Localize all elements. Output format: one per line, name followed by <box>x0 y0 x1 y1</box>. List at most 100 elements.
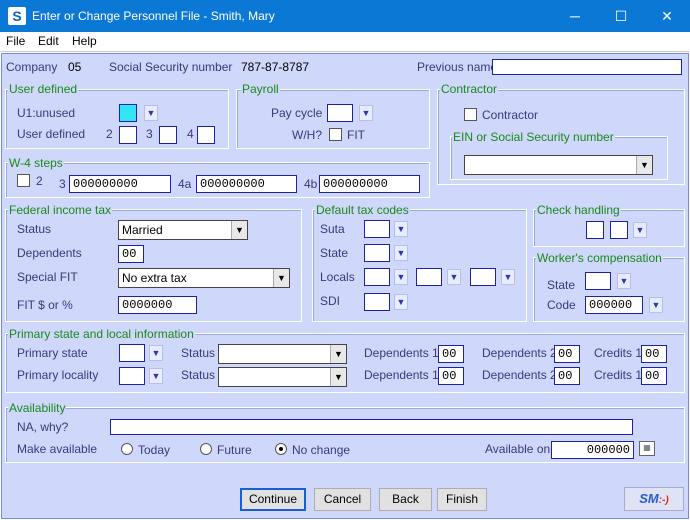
row2-dependents1-field[interactable]: 00 <box>438 367 464 385</box>
previous-name-input[interactable] <box>492 59 682 75</box>
sdi-dropdown-icon[interactable]: ▼ <box>394 294 408 310</box>
user-defined-label: User defined <box>17 127 86 141</box>
locals-3-field[interactable] <box>470 268 496 286</box>
chevron-down-icon: ▼ <box>636 156 652 174</box>
pay-cycle-dropdown-icon[interactable]: ▼ <box>359 105 373 121</box>
ssn-value: 787-87-8787 <box>241 60 310 74</box>
radio-today[interactable] <box>121 443 133 455</box>
w4-step2-checkbox[interactable] <box>17 174 30 187</box>
finish-button[interactable]: Finish <box>437 488 487 511</box>
menu-edit[interactable]: Edit <box>38 34 59 48</box>
menu-file[interactable]: File <box>6 34 25 48</box>
radio-no-change[interactable] <box>275 443 287 455</box>
wc-code-dropdown-icon[interactable]: ▼ <box>649 297 663 313</box>
row1-dependents1-field[interactable]: 00 <box>438 345 464 363</box>
primary-state-dropdown-icon[interactable]: ▼ <box>149 345 163 361</box>
locals-1-dropdown-icon[interactable]: ▼ <box>394 269 408 285</box>
fed-status-select[interactable]: Married ▼ <box>118 220 248 240</box>
ud-2-label: 2 <box>106 127 113 141</box>
contractor-checkbox[interactable] <box>464 108 477 121</box>
row2-dependents2-field[interactable]: 00 <box>554 367 580 385</box>
u1-dropdown-icon[interactable]: ▼ <box>144 105 158 121</box>
row2-dependents2-label: Dependents 2 <box>482 368 557 382</box>
w4-step4b-field[interactable]: 000000000 <box>319 175 420 193</box>
pay-cycle-field[interactable] <box>327 104 353 122</box>
ud-3-field[interactable] <box>159 126 177 144</box>
w4-step4b-label: 4b <box>304 177 318 191</box>
row1-dependents2-field[interactable]: 00 <box>554 345 580 363</box>
ud-4-field[interactable] <box>197 126 215 144</box>
fed-status-label: Status <box>17 222 52 236</box>
locals-1-field[interactable] <box>364 268 390 286</box>
radio-future[interactable] <box>200 443 212 455</box>
w4-step2-label: 2 <box>36 174 43 188</box>
sm-logo-button[interactable]: SM:-) <box>624 487 684 511</box>
radio-future-label: Future <box>217 443 252 457</box>
u1-label: U1:unused <box>17 106 76 120</box>
close-button[interactable]: ✕ <box>644 0 690 32</box>
row2-credits1-label: Credits 1 <box>594 368 643 382</box>
available-on-label: Available on <box>485 442 551 456</box>
back-button[interactable]: Back <box>379 488 432 511</box>
sm-logo-text: SM <box>639 491 659 506</box>
company-label: Company <box>6 60 58 74</box>
ein-select[interactable]: ▼ <box>464 155 653 175</box>
menu-help[interactable]: Help <box>72 34 97 48</box>
row1-dependents1-label: Dependents 1 <box>364 346 439 360</box>
w4-step3-field[interactable]: 000000000 <box>69 175 171 193</box>
cancel-button[interactable]: Cancel <box>314 488 371 511</box>
fed-dependents-label: Dependents <box>17 246 82 260</box>
row2-credits1-field[interactable]: 00 <box>641 367 667 385</box>
chevron-down-icon: ▼ <box>330 345 346 363</box>
fed-dependents-field[interactable]: 00 <box>118 245 144 263</box>
wc-code-field[interactable]: 000000 <box>585 296 643 314</box>
suta-dropdown-icon[interactable]: ▼ <box>394 221 408 237</box>
check-handling-dropdown-icon[interactable]: ▼ <box>633 222 647 238</box>
locals-3-dropdown-icon[interactable]: ▼ <box>501 269 515 285</box>
title-bar: S Enter or Change Personnel File - Smith… <box>0 0 690 32</box>
row2-dependents1-label: Dependents 1 <box>364 368 439 382</box>
sm-smiley: :-) <box>658 495 669 506</box>
check-handling-2-field[interactable] <box>610 221 628 239</box>
availability-title: Availability <box>8 401 67 415</box>
state-dropdown-icon[interactable]: ▼ <box>394 245 408 261</box>
special-fit-select[interactable]: No extra tax ▼ <box>118 268 290 288</box>
check-handling-1-field[interactable] <box>586 221 604 239</box>
row1-dependents2-label: Dependents 2 <box>482 346 557 360</box>
ssn-label: Social Security number <box>109 60 233 74</box>
u1-field[interactable] <box>119 104 137 122</box>
primary-state-status-select[interactable]: ▼ <box>218 344 347 364</box>
fed-status-value: Married <box>122 223 163 237</box>
minimize-button[interactable]: ─ <box>552 0 598 32</box>
pay-cycle-label: Pay cycle <box>271 106 323 120</box>
locals-2-field[interactable] <box>416 268 442 286</box>
w4-step4a-field[interactable]: 000000000 <box>196 175 297 193</box>
locals-2-dropdown-icon[interactable]: ▼ <box>447 269 461 285</box>
suta-field[interactable] <box>364 220 390 238</box>
fit-checkbox[interactable] <box>329 128 342 141</box>
locals-label: Locals <box>320 270 355 284</box>
row1-credits1-field[interactable]: 00 <box>641 345 667 363</box>
primary-locality-status-select[interactable]: ▼ <box>218 367 347 387</box>
chevron-down-icon: ▼ <box>273 269 289 287</box>
app-icon: S <box>8 7 26 25</box>
fit-label: FIT <box>347 128 365 142</box>
primary-state-field[interactable] <box>119 344 145 362</box>
wc-state-dropdown-icon[interactable]: ▼ <box>617 273 631 289</box>
na-why-input[interactable] <box>110 419 633 435</box>
state-label: State <box>320 246 349 260</box>
state-field[interactable] <box>364 244 390 262</box>
calendar-icon[interactable]: ▦ <box>639 441 655 456</box>
ud-2-field[interactable] <box>119 126 137 144</box>
primary-locality-dropdown-icon[interactable]: ▼ <box>149 368 163 384</box>
fit-amount-field[interactable]: 0000000 <box>118 296 197 314</box>
chevron-down-icon: ▼ <box>330 368 346 386</box>
wc-state-field[interactable] <box>585 272 611 290</box>
maximize-button[interactable]: ☐ <box>598 0 644 32</box>
user-defined-title: User defined <box>8 82 79 96</box>
sdi-field[interactable] <box>364 293 390 311</box>
continue-button[interactable]: Continue <box>240 488 306 511</box>
available-on-field[interactable]: 000000 <box>551 441 634 459</box>
primary-locality-field[interactable] <box>119 367 145 385</box>
w4-step3-label: 3 <box>59 177 66 191</box>
